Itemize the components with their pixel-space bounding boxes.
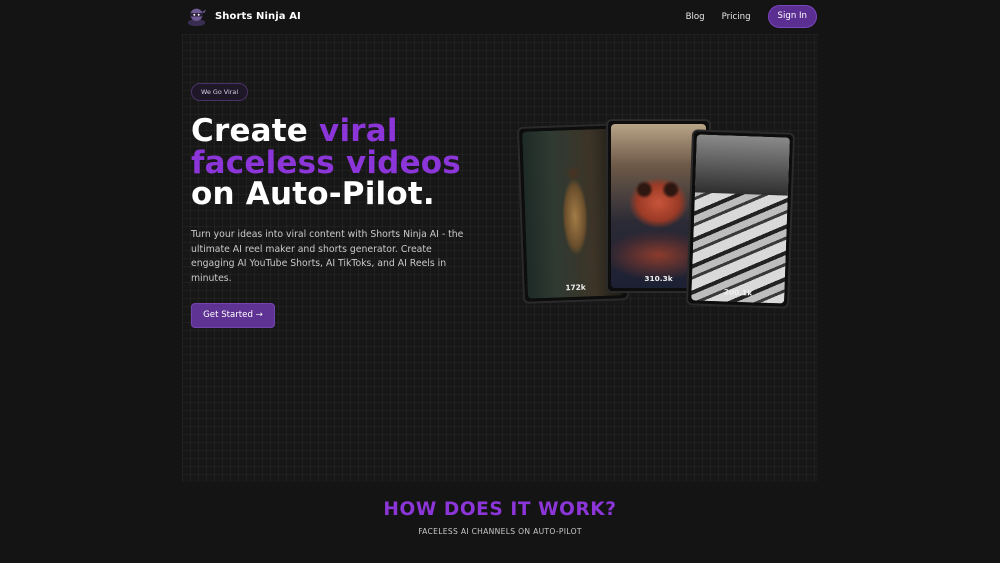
how-it-works-title: HOW DOES IT WORK?	[383, 499, 617, 520]
site-header: Shorts Ninja AI Blog Pricing Sign In	[186, 0, 818, 33]
how-it-works-subtitle: FACELESS AI CHANNELS ON AUTO-PILOT	[418, 527, 582, 536]
viral-badge: We Go Viral	[191, 83, 249, 101]
hero-headline: Create viral faceless videos on Auto-Pil…	[191, 115, 461, 212]
brand-name: Shorts Ninja AI	[215, 11, 301, 22]
main-nav: Blog Pricing Sign In	[686, 5, 818, 28]
hero-description: Turn your ideas into viral content with …	[191, 229, 464, 284]
video-thumbnail	[691, 134, 790, 304]
brand-logo[interactable]: Shorts Ninja AI	[186, 6, 301, 27]
ninja-logo-icon	[187, 8, 207, 27]
sign-in-button[interactable]: Sign In	[767, 5, 817, 28]
nav-blog-link[interactable]: Blog	[686, 12, 705, 22]
get-started-button[interactable]: Get Started →	[191, 303, 275, 328]
nav-pricing-link[interactable]: Pricing	[722, 12, 751, 22]
headline-autopilot: on Auto-Pilot.	[191, 176, 435, 212]
video-preview-card[interactable]: 200.1k	[685, 129, 796, 309]
